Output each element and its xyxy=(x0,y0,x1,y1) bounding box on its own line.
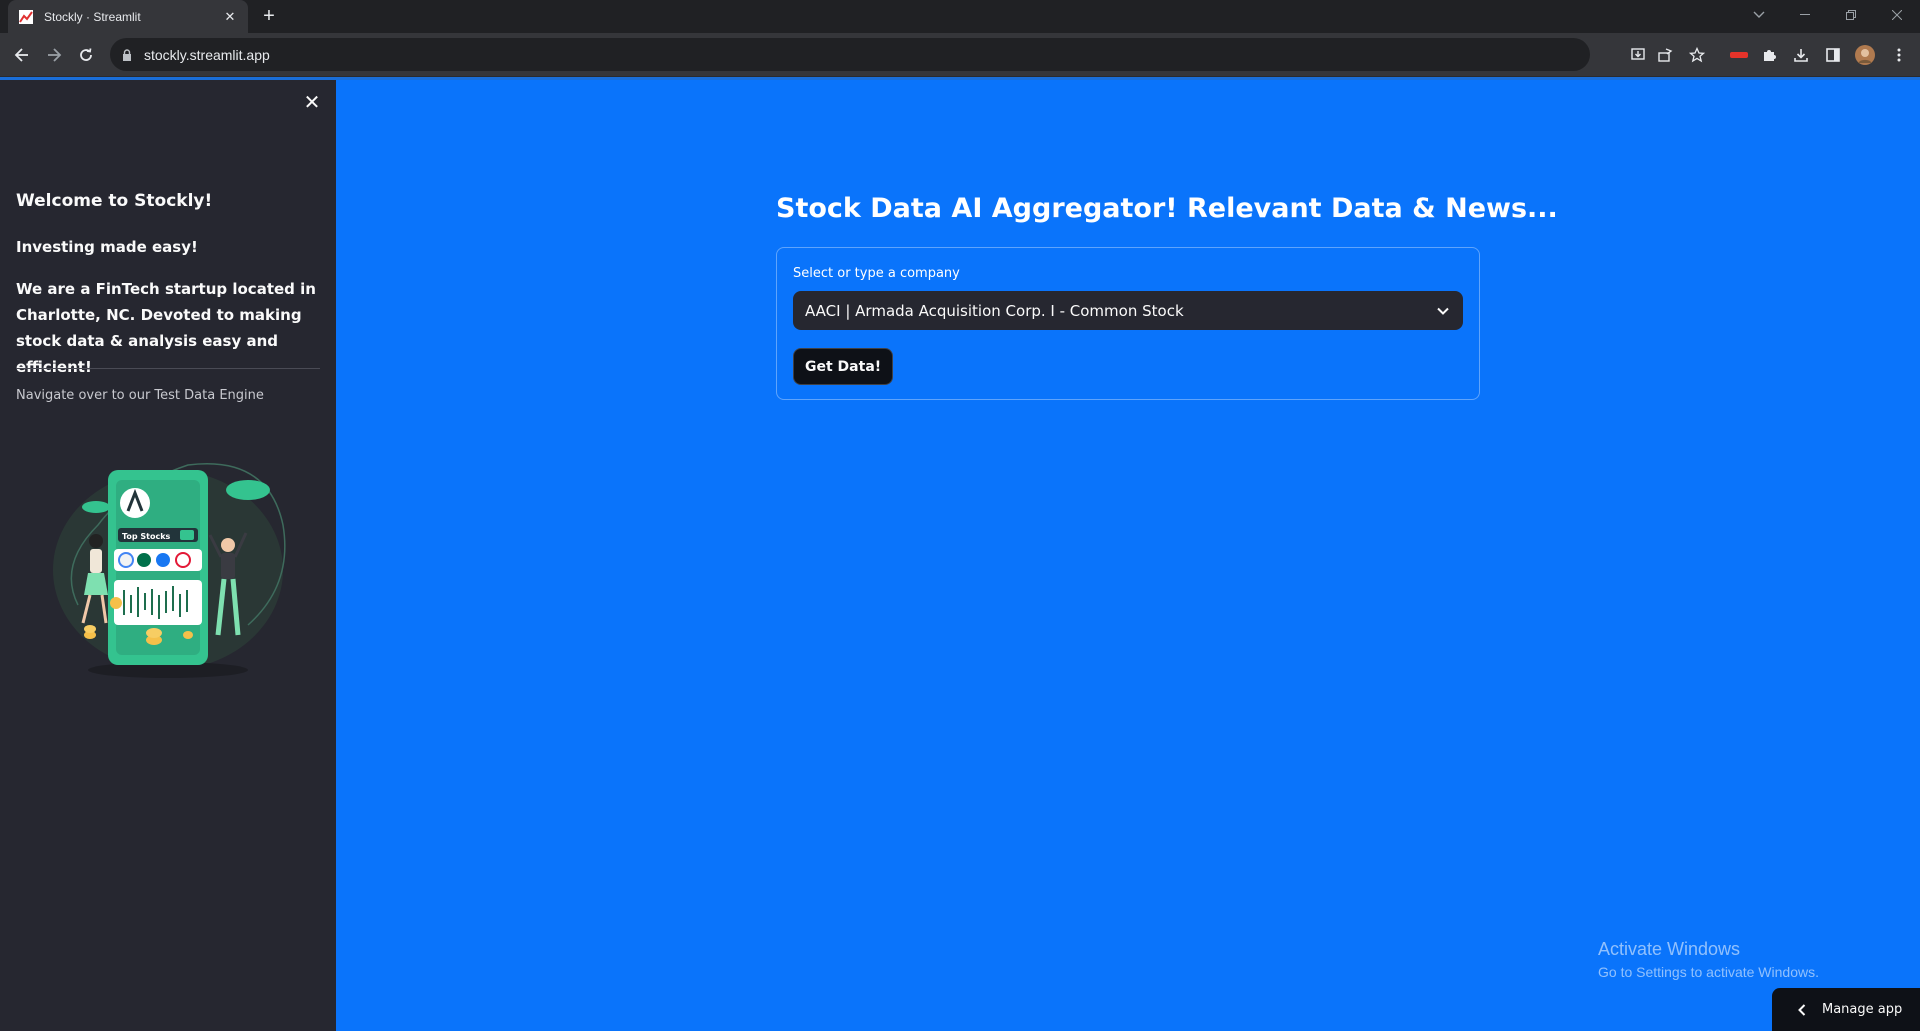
activate-windows-title: Activate Windows xyxy=(1598,939,1741,959)
address-bar[interactable]: stockly.streamlit.app xyxy=(110,38,1645,71)
bookmark-star-icon[interactable] xyxy=(1686,44,1708,66)
profile-avatar-icon[interactable] xyxy=(1854,44,1876,66)
kebab-menu-icon[interactable] xyxy=(1888,44,1910,66)
chevron-left-icon xyxy=(1794,1003,1810,1016)
close-window-icon[interactable] xyxy=(1874,0,1920,30)
new-tab-icon[interactable]: + xyxy=(258,6,280,28)
streamlit-favicon-icon xyxy=(18,9,34,25)
company-form: Select or type a company AACI | Armada A… xyxy=(776,247,1480,400)
stock-app-illustration: Top Stocks xyxy=(38,445,298,685)
get-data-button[interactable]: Get Data! xyxy=(793,348,894,385)
sidebar: ✕ Welcome to Stockly! Investing made eas… xyxy=(0,80,336,1031)
company-select-value: AACI | Armada Acquisition Corp. I - Comm… xyxy=(805,301,1184,320)
extensions-puzzle-icon[interactable] xyxy=(1758,44,1780,66)
illustration-label: Top Stocks xyxy=(122,532,171,541)
select-label: Select or type a company xyxy=(793,266,960,281)
company-select[interactable]: AACI | Armada Acquisition Corp. I - Comm… xyxy=(793,291,1463,330)
url-text: stockly.streamlit.app xyxy=(144,46,270,63)
browser-tab-bar: Stockly · Streamlit ✕ + xyxy=(0,0,1920,33)
lock-icon[interactable] xyxy=(120,48,134,62)
forward-icon[interactable] xyxy=(42,43,66,67)
sidebar-tagline: Investing made easy! xyxy=(16,238,198,256)
extension-red-icon[interactable] xyxy=(1728,44,1750,66)
close-sidebar-icon[interactable]: ✕ xyxy=(302,92,322,112)
downloads-icon[interactable] xyxy=(1790,44,1812,66)
minimize-icon[interactable] xyxy=(1782,0,1828,30)
activate-windows-subtitle: Go to Settings to activate Windows. xyxy=(1598,964,1819,980)
page-title: Stock Data AI Aggregator! Relevant Data … xyxy=(776,193,1558,224)
manage-app-button[interactable]: Manage app xyxy=(1772,988,1920,1031)
share-icon[interactable] xyxy=(1654,44,1676,66)
back-icon[interactable] xyxy=(10,43,34,67)
sidebar-welcome-heading: Welcome to Stockly! xyxy=(16,191,213,211)
reload-icon[interactable] xyxy=(74,43,98,67)
manage-app-label: Manage app xyxy=(1822,1002,1903,1017)
chevron-down-icon[interactable] xyxy=(1435,303,1451,319)
browser-tab[interactable]: Stockly · Streamlit ✕ xyxy=(8,0,248,33)
tab-search-icon[interactable] xyxy=(1736,0,1782,30)
sidebar-divider xyxy=(16,368,320,369)
sidebar-nav-text: Navigate over to our Test Data Engine xyxy=(16,388,264,403)
tab-close-icon[interactable]: ✕ xyxy=(222,9,238,25)
restore-icon[interactable] xyxy=(1828,0,1874,30)
address-toolbar: stockly.streamlit.app xyxy=(0,33,1920,77)
install-app-icon[interactable] xyxy=(1626,42,1650,66)
side-panel-icon[interactable] xyxy=(1822,44,1844,66)
sidebar-about-text: We are a FinTech startup located in Char… xyxy=(16,280,316,376)
tab-title: Stockly · Streamlit xyxy=(44,9,141,24)
